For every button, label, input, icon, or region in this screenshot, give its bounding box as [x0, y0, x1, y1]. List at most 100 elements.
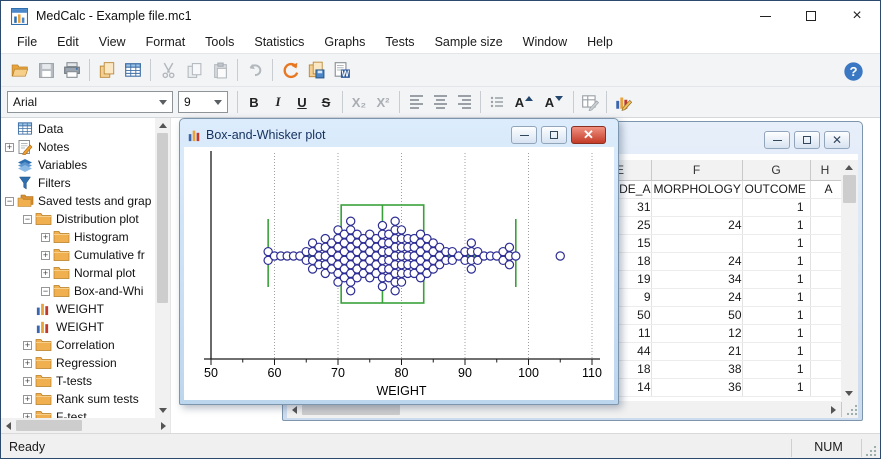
tree-item-notes[interactable]: + Notes	[1, 138, 170, 156]
menu-item-tools[interactable]: Tools	[195, 32, 244, 52]
tree-item-data[interactable]: Data	[1, 120, 170, 138]
data-cell[interactable]: 12	[651, 324, 743, 343]
refresh-button[interactable]	[277, 57, 303, 83]
tree-item-weight[interactable]: WEIGHT	[1, 318, 170, 336]
tree-item-correlation[interactable]: + Correlation	[1, 336, 170, 354]
data-cell[interactable]: 1	[742, 288, 811, 307]
scrollbar-thumb[interactable]	[157, 133, 168, 303]
data-cell[interactable]: 36	[651, 378, 743, 397]
menu-item-window[interactable]: Window	[513, 32, 577, 52]
scroll-left-arrow[interactable]	[1, 418, 16, 433]
bullet-list-button[interactable]	[485, 90, 509, 114]
child-minimize-button[interactable]	[764, 131, 790, 149]
menu-item-view[interactable]: View	[89, 32, 136, 52]
data-grid-button[interactable]	[120, 57, 146, 83]
field-name-cell[interactable]: OUTCOME	[742, 180, 811, 199]
menu-item-format[interactable]: Format	[136, 32, 196, 52]
scroll-down-arrow[interactable]	[155, 403, 170, 418]
scroll-up-arrow[interactable]	[841, 160, 856, 175]
data-cell[interactable]: 1	[742, 324, 811, 343]
plot-window[interactable]: Box-and-Whisker plot ✕ 50 60 70 80 90 100 110 W…	[179, 118, 619, 405]
scrollbar-thumb[interactable]	[843, 175, 856, 203]
underline-button[interactable]: U	[290, 90, 314, 114]
data-cell[interactable]: 24	[651, 216, 743, 235]
italic-button[interactable]: I	[266, 90, 290, 114]
tree-vertical-scrollbar[interactable]	[155, 118, 170, 418]
data-cell[interactable]	[651, 234, 743, 253]
tree-item-cumulative-fr[interactable]: + Cumulative fr	[1, 246, 170, 264]
data-cell[interactable]: 1	[742, 306, 811, 325]
menu-item-tests[interactable]: Tests	[375, 32, 424, 52]
align-center-button[interactable]	[428, 90, 452, 114]
scroll-right-arrow[interactable]	[826, 402, 841, 417]
save-button[interactable]	[33, 57, 59, 83]
tree-item-normal-plot[interactable]: + Normal plot	[1, 264, 170, 282]
open-file-button[interactable]	[7, 57, 33, 83]
column-header-g[interactable]: G	[742, 160, 811, 181]
edit-graph-button[interactable]	[611, 90, 635, 114]
superscript-button[interactable]: X²	[371, 90, 395, 114]
data-cell[interactable]: 1	[742, 342, 811, 361]
tree-item-box-and-whi[interactable]: − Box-and-Whi	[1, 282, 170, 300]
sheet-vertical-scrollbar[interactable]	[841, 160, 858, 401]
tree-item-distribution-plot[interactable]: − Distribution plot	[1, 210, 170, 228]
increase-font-button[interactable]: A	[509, 90, 539, 114]
resize-grip[interactable]	[846, 403, 858, 416]
plot-minimize-button[interactable]	[511, 126, 537, 144]
save-graph-button[interactable]	[303, 57, 329, 83]
decrease-font-button[interactable]: A	[539, 90, 569, 114]
close-button[interactable]: ×	[834, 1, 880, 31]
data-cell[interactable]: 1	[742, 270, 811, 289]
menu-item-help[interactable]: Help	[577, 32, 623, 52]
expand-plus-icon[interactable]: +	[23, 340, 32, 350]
tree-item-t-tests[interactable]: + T-tests	[1, 372, 170, 390]
child-maximize-button[interactable]	[794, 131, 820, 149]
maximize-button[interactable]	[788, 1, 834, 31]
plot-titlebar[interactable]: Box-and-Whisker plot ✕	[184, 123, 614, 147]
expand-plus-icon[interactable]: +	[41, 250, 50, 260]
bold-button[interactable]: B	[242, 90, 266, 114]
scrollbar-thumb[interactable]	[302, 404, 400, 415]
menu-item-statistics[interactable]: Statistics	[244, 32, 314, 52]
edit-table-button[interactable]	[578, 90, 602, 114]
tree-item-variables[interactable]: Variables	[1, 156, 170, 174]
scroll-right-arrow[interactable]	[156, 418, 170, 433]
menu-item-file[interactable]: File	[7, 32, 47, 52]
align-right-button[interactable]	[452, 90, 476, 114]
data-cell[interactable]: 1	[742, 360, 811, 379]
font-size-select[interactable]: 9	[178, 91, 228, 113]
data-cell[interactable]	[651, 198, 743, 217]
data-cell[interactable]: 1	[742, 234, 811, 253]
font-family-select[interactable]: Arial	[7, 91, 173, 113]
data-cell[interactable]: 1	[742, 216, 811, 235]
tree-item-filters[interactable]: Filters	[1, 174, 170, 192]
tree-item-regression[interactable]: + Regression	[1, 354, 170, 372]
data-cell[interactable]: 1	[742, 198, 811, 217]
collapse-minus-icon[interactable]: −	[23, 214, 32, 224]
expand-plus-icon[interactable]: +	[41, 268, 50, 278]
field-name-cell[interactable]: MORPHOLOGY	[651, 180, 743, 199]
align-left-button[interactable]	[404, 90, 428, 114]
data-cell[interactable]: 24	[651, 252, 743, 271]
help-button[interactable]: ?	[840, 58, 866, 84]
cut-button[interactable]	[155, 57, 181, 83]
data-cell[interactable]: 50	[651, 306, 743, 325]
column-header-f[interactable]: F	[651, 160, 743, 181]
scroll-down-arrow[interactable]	[841, 386, 856, 401]
export-word-button[interactable]: W	[329, 57, 355, 83]
strikethrough-button[interactable]: S	[314, 90, 338, 114]
collapse-minus-icon[interactable]: −	[5, 196, 14, 206]
tree-item-rank-sum-tests[interactable]: + Rank sum tests	[1, 390, 170, 408]
print-button[interactable]	[59, 57, 85, 83]
expand-plus-icon[interactable]: +	[23, 394, 32, 404]
tree-item-weight[interactable]: WEIGHT	[1, 300, 170, 318]
menu-item-sample-size[interactable]: Sample size	[425, 32, 513, 52]
copy-button[interactable]	[181, 57, 207, 83]
data-cell[interactable]: 38	[651, 360, 743, 379]
tree-item-saved-tests-and-grap[interactable]: − Saved tests and grap	[1, 192, 170, 210]
tree-item-histogram[interactable]: + Histogram	[1, 228, 170, 246]
copy-sheet-button[interactable]	[94, 57, 120, 83]
expand-plus-icon[interactable]: +	[41, 232, 50, 242]
data-cell[interactable]: 24	[651, 288, 743, 307]
plot-close-button[interactable]: ✕	[571, 126, 606, 144]
